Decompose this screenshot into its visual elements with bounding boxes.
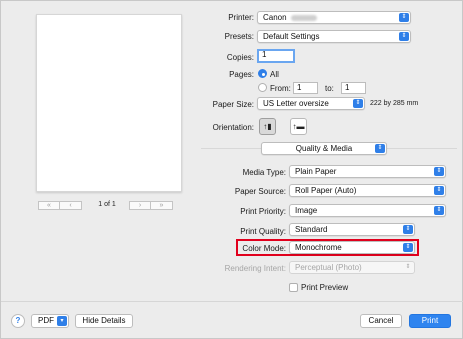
updown-arrows-icon: ⇕ [405, 264, 411, 270]
updown-arrows-icon: ⇕ [399, 32, 409, 41]
printer-value: Canon [263, 13, 287, 22]
previous-page-button[interactable]: ‹ [60, 201, 82, 210]
orientation-label: Orientation: [212, 123, 254, 132]
previous-page-icon: ‹ [69, 202, 72, 209]
page-count: 1 of 1 [98, 201, 116, 208]
section-select[interactable]: Quality & Media ⇕ [261, 142, 387, 155]
paper-size-value: US Letter oversize [263, 99, 329, 108]
media-type-label: Media Type: [242, 168, 286, 177]
presets-value: Default Settings [263, 32, 320, 41]
updown-arrows-icon: ⇕ [403, 225, 413, 234]
rendering-intent-label: Rendering Intent: [224, 264, 286, 273]
paper-source-value: Roll Paper (Auto) [295, 186, 357, 195]
updown-arrows-icon: ⇕ [403, 243, 413, 252]
last-page-button[interactable]: » [151, 201, 173, 210]
print-priority-label: Print Priority: [240, 207, 286, 216]
updown-arrows-icon: ⇕ [375, 144, 385, 153]
page-preview [36, 14, 182, 192]
redacted-model [290, 14, 317, 21]
cancel-button[interactable]: Cancel [360, 314, 402, 328]
updown-arrows-icon: ⇕ [434, 167, 444, 176]
footer-divider [1, 301, 463, 302]
print-priority-select[interactable]: Image ⇕ [289, 204, 446, 217]
paper-size-label: Paper Size: [212, 100, 254, 109]
rendering-intent-value: Perceptual (Photo) [295, 263, 362, 272]
copies-label: Copies: [226, 53, 254, 62]
pages-from-label: From: [270, 84, 291, 93]
print-dialog: « ‹ 1 of 1 › » Printer: Canon ⇕ Presets:… [0, 0, 463, 339]
print-preview-checkbox[interactable] [289, 283, 298, 292]
color-mode-value: Monochrome [295, 243, 342, 252]
paper-source-label: Paper Source: [234, 187, 286, 196]
pager-back: « ‹ [38, 201, 82, 211]
section-value: Quality & Media [295, 144, 353, 153]
paper-source-select[interactable]: Roll Paper (Auto) ⇕ [289, 184, 446, 197]
print-quality-value: Standard [295, 225, 328, 234]
print-quality-select[interactable]: Standard ⇕ [289, 223, 415, 236]
pager-forward: › » [129, 201, 173, 211]
pdf-label: PDF [38, 316, 54, 325]
help-button[interactable]: ? [11, 314, 25, 328]
media-type-value: Plain Paper [295, 167, 337, 176]
print-button[interactable]: Print [409, 314, 451, 328]
color-mode-select[interactable]: Monochrome ⇕ [289, 241, 415, 254]
first-page-button[interactable]: « [38, 201, 60, 210]
landscape-button[interactable]: ↑▬ [290, 118, 307, 135]
printer-select[interactable]: Canon ⇕ [257, 11, 411, 24]
paper-dimensions: 222 by 285 mm [370, 100, 419, 107]
portrait-button[interactable]: ↑▮ [259, 118, 276, 135]
landscape-icon: ↑▬ [292, 122, 305, 131]
pages-range-radio[interactable] [258, 83, 267, 92]
updown-arrows-icon: ⇕ [353, 99, 363, 108]
updown-arrows-icon: ⇕ [434, 186, 444, 195]
last-page-icon: » [159, 202, 164, 209]
chevron-down-icon: ▾ [57, 316, 67, 326]
pages-to-label: to: [325, 84, 334, 93]
first-page-icon: « [47, 202, 51, 209]
print-priority-value: Image [295, 206, 318, 215]
color-mode-label: Color Mode: [242, 244, 286, 253]
pages-label: Pages: [229, 70, 254, 79]
paper-size-select[interactable]: US Letter oversize ⇕ [257, 97, 365, 110]
presets-select[interactable]: Default Settings ⇕ [257, 30, 411, 43]
print-preview-label: Print Preview [301, 283, 349, 292]
media-type-select[interactable]: Plain Paper ⇕ [289, 165, 446, 178]
updown-arrows-icon: ⇕ [399, 13, 409, 22]
updown-arrows-icon: ⇕ [434, 206, 444, 215]
print-quality-label: Print Quality: [240, 227, 286, 236]
printer-label: Printer: [228, 13, 254, 22]
pages-all-label: All [270, 70, 279, 79]
hide-details-button[interactable]: Hide Details [75, 314, 133, 328]
portrait-icon: ↑▮ [263, 122, 272, 131]
pdf-menu-button[interactable]: PDF ▾ [31, 314, 69, 328]
next-page-button[interactable]: › [129, 201, 151, 210]
pages-from-input[interactable]: 1 [293, 82, 318, 94]
pages-all-radio[interactable] [258, 69, 267, 78]
copies-input[interactable]: 1 [257, 49, 295, 63]
rendering-intent-select: Perceptual (Photo) ⇕ [289, 261, 415, 274]
pages-to-input[interactable]: 1 [341, 82, 366, 94]
help-icon: ? [15, 316, 21, 325]
presets-label: Presets: [224, 32, 254, 41]
next-page-icon: › [138, 202, 142, 209]
